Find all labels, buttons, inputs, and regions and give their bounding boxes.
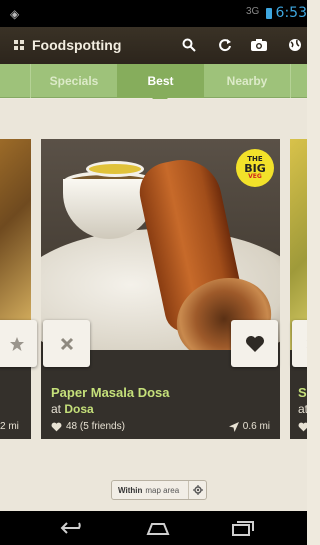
recent-apps-icon[interactable] [222, 517, 262, 539]
heart-icon [298, 422, 307, 432]
food-photo: THE BIG VEG [41, 139, 280, 350]
tab-nearby[interactable]: Nearby [204, 64, 291, 98]
tab-specials[interactable]: Specials [30, 64, 117, 98]
food-photo [0, 139, 31, 350]
dismiss-button[interactable] [43, 320, 90, 367]
spot-carousel[interactable]: 2 mi THE BIG VEG Paper Masala Dosa at Do… [0, 99, 307, 511]
tab-edge-left [0, 64, 30, 98]
clock: 6:53 [275, 5, 307, 21]
star-icon [10, 336, 24, 351]
dish-name[interactable]: Paper Masala Dosa [51, 385, 170, 400]
dish-name: S [298, 385, 307, 400]
location-arrow-icon [228, 421, 239, 432]
signal-icon: 3G [246, 6, 260, 17]
close-icon [60, 337, 73, 350]
heart-icon [51, 422, 62, 431]
distance-label: 2 mi [0, 421, 19, 432]
app-title: Foodspotting [32, 37, 122, 53]
place-line: at [298, 402, 307, 416]
spot-card-previous[interactable]: 2 mi [0, 139, 37, 439]
notification-icon: ◈ [10, 7, 20, 21]
close-icon [306, 339, 307, 348]
tab-edge-right [291, 64, 307, 98]
status-bar: ◈ 3G 6:53 [0, 0, 307, 27]
place-line: at Dosa [51, 402, 94, 416]
locate-icon[interactable] [188, 481, 206, 499]
globe-icon[interactable] [284, 34, 306, 56]
heart-icon [245, 335, 264, 352]
wishlist-button[interactable] [0, 320, 37, 367]
tab-best[interactable]: Best [117, 64, 204, 98]
home-icon[interactable] [138, 517, 178, 539]
dismiss-button[interactable] [292, 320, 307, 367]
distance: 0.6 mi [228, 421, 270, 432]
back-icon[interactable] [53, 517, 93, 539]
camera-icon[interactable] [248, 34, 270, 56]
action-bar: Foodspotting [0, 27, 307, 64]
spot-card[interactable]: THE BIG VEG Paper Masala Dosa at Dosa 48… [41, 139, 280, 439]
refresh-icon[interactable] [214, 34, 236, 56]
spot-card-next[interactable]: S at [290, 139, 307, 439]
app-logo-icon [14, 40, 26, 50]
search-icon[interactable] [178, 34, 200, 56]
tab-bar: Specials Best Nearby [0, 64, 307, 98]
food-photo [290, 139, 307, 350]
likes-count: 48 (5 friends) [51, 421, 125, 432]
like-button[interactable] [231, 320, 278, 367]
within-map-area-button[interactable]: Within map area [111, 480, 207, 500]
place-name[interactable]: Dosa [64, 402, 93, 416]
big-veg-badge: THE BIG VEG [236, 149, 274, 187]
system-nav-bar [0, 511, 307, 545]
battery-icon [266, 8, 272, 19]
